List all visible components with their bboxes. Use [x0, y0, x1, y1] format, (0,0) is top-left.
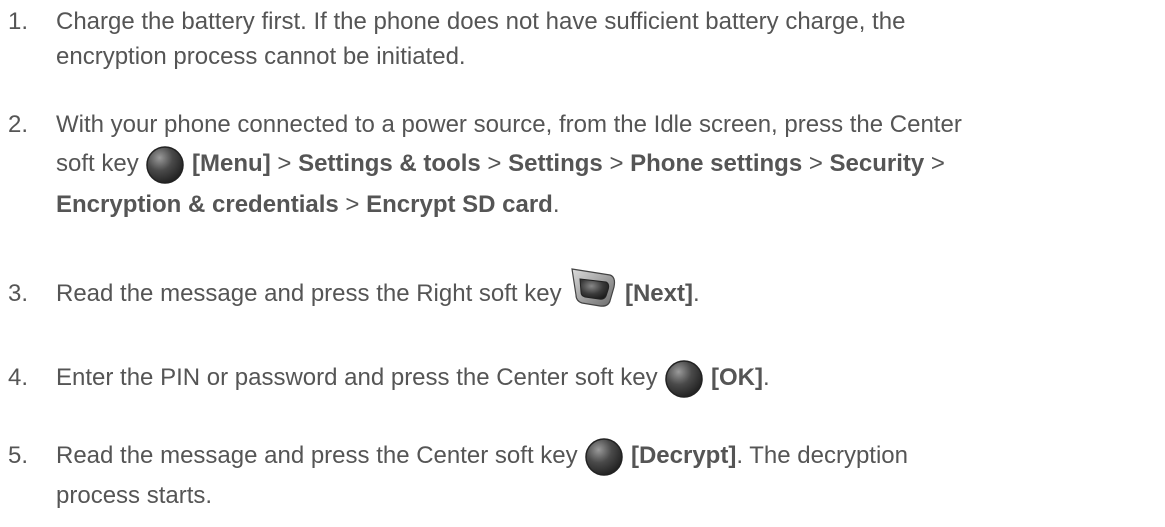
instruction-steps: 1. Charge the battery first. If the phon…	[0, 0, 1165, 527]
settings-tools-label: Settings & tools	[298, 150, 481, 177]
step-text: Read the message and press the Right sof…	[56, 280, 562, 307]
step-2: 2. With your phone connected to a power …	[8, 107, 1145, 224]
step-5: 5. Read the message and press the Center…	[8, 434, 1145, 513]
encrypt-sd-card-label: Encrypt SD card	[366, 191, 553, 218]
step-number: 4.	[8, 364, 29, 391]
center-soft-key-icon	[584, 437, 624, 477]
step-number: 1.	[8, 8, 29, 35]
step-number: 3.	[8, 280, 29, 307]
step-3: 3. Read the message and press the Right …	[8, 267, 1145, 317]
step-text: Read the message and press the Center so…	[56, 442, 578, 469]
step-text: Enter the PIN or password and press the …	[56, 364, 658, 391]
ok-key-label: [OK]	[710, 364, 763, 391]
security-label: Security	[829, 150, 925, 177]
step-number: 5.	[8, 442, 29, 469]
center-soft-key-icon	[145, 145, 185, 185]
settings-label: Settings	[508, 150, 603, 177]
step-text: soft key	[56, 150, 139, 177]
step-text: encryption process cannot be initiated.	[56, 43, 466, 70]
menu-key-label: [Menu]	[192, 150, 271, 177]
right-soft-key-icon	[568, 265, 618, 309]
step-4: 4. Enter the PIN or password and press t…	[8, 356, 1145, 400]
phone-settings-label: Phone settings	[630, 150, 803, 177]
decrypt-key-label: [Decrypt]	[630, 442, 737, 469]
step-text: With your phone connected to a power sou…	[56, 111, 962, 138]
next-key-label: [Next]	[624, 280, 693, 307]
center-soft-key-icon	[664, 359, 704, 399]
step-text: Charge the battery first. If the phone d…	[56, 8, 906, 35]
step-number: 2.	[8, 111, 29, 138]
step-text: process starts.	[56, 482, 213, 509]
step-1: 1. Charge the battery first. If the phon…	[8, 4, 1145, 74]
encryption-credentials-label: Encryption & credentials	[56, 191, 339, 218]
